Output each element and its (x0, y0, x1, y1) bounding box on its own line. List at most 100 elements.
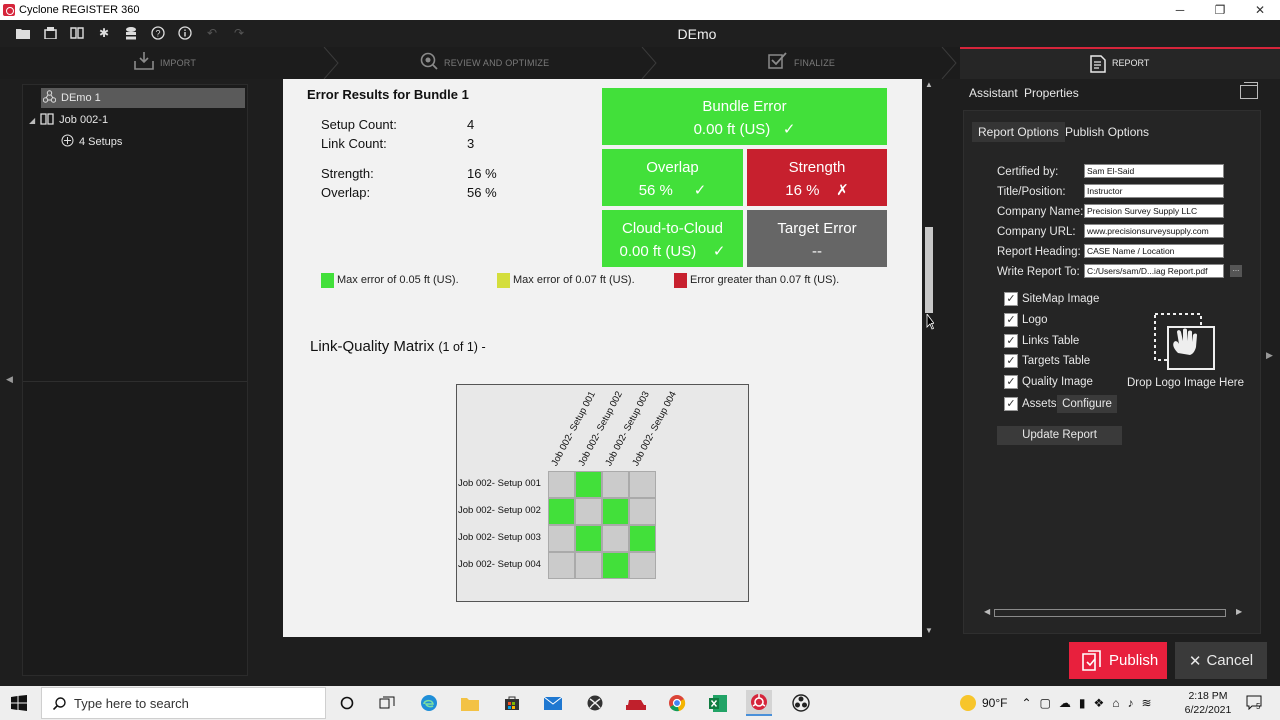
windows-start-icon[interactable] (11, 695, 27, 711)
matrix-cell-empty (629, 552, 656, 579)
excel-icon[interactable] (705, 690, 731, 716)
write-report-path-input[interactable] (1084, 264, 1224, 278)
workflow-step-review[interactable]: REVIEW AND OPTIMIZE (420, 47, 549, 79)
weather-icon[interactable] (960, 695, 976, 711)
store-icon[interactable] (499, 690, 525, 716)
mail-icon[interactable] (540, 690, 566, 716)
workflow-step-report[interactable]: REPORT (960, 47, 1280, 79)
notification-center-icon[interactable]: 5 (1245, 694, 1263, 712)
publish-button[interactable]: Publish (1069, 642, 1167, 679)
battery-icon[interactable]: ▮ (1079, 696, 1086, 710)
scroll-left-icon[interactable]: ◀ (984, 607, 990, 616)
project-tree-panel: DEmo 1 ◢ Job 002-1 4 Setups (22, 84, 248, 676)
edge-icon[interactable] (416, 690, 442, 716)
cyclone-icon[interactable] (746, 690, 772, 716)
document-scrollbar[interactable]: ▲ ▼ (922, 79, 936, 637)
quality-image-checkbox[interactable]: ✓ (1004, 375, 1018, 389)
company-name-input[interactable] (1084, 204, 1224, 218)
workflow-step-import[interactable]: IMPORT (134, 47, 196, 79)
matrix-cell-linked (575, 525, 602, 552)
taskbar-search[interactable]: Type here to search (41, 687, 326, 719)
company-url-input[interactable] (1084, 224, 1224, 238)
xbox-icon[interactable] (582, 690, 608, 716)
browse-button[interactable]: ... (1230, 265, 1242, 277)
collapse-left-panel-icon[interactable]: ◀ (6, 374, 13, 385)
expand-arrow-icon[interactable]: ◢ (29, 116, 35, 125)
stat-value: 3 (467, 136, 475, 151)
bundle-icon (40, 112, 54, 128)
sitemap-image-checkbox[interactable]: ✓ (1004, 292, 1018, 306)
tab-properties[interactable]: Properties (1024, 86, 1079, 100)
configure-assets-button[interactable]: Configure (1057, 395, 1117, 413)
workflow-step-label: REVIEW AND OPTIMIZE (444, 58, 550, 68)
file-explorer-icon[interactable] (457, 690, 483, 716)
certified-by-input[interactable] (1084, 164, 1224, 178)
red-app-icon[interactable] (623, 690, 649, 716)
check-icon: ✓ (712, 243, 726, 260)
right-panel-hscrollbar[interactable]: ◀ ▶ (984, 607, 1244, 619)
workflow-step-finalize[interactable]: FINALIZE (768, 47, 835, 79)
undock-panel-icon[interactable] (1240, 82, 1258, 99)
tree-item-project[interactable]: DEmo 1 (41, 88, 245, 108)
matrix-row-label: Job 002- Setup 001 (458, 478, 541, 489)
matrix-cell-linked (602, 552, 629, 579)
weather-temperature[interactable]: 90°F (982, 696, 1007, 710)
search-icon (53, 696, 66, 710)
cloud-to-cloud-tile: Cloud-to-Cloud 0.00 ft (US) ✓ (602, 210, 743, 267)
cancel-button[interactable]: ✕ Cancel (1175, 642, 1267, 679)
obs-icon[interactable] (788, 690, 814, 716)
close-window-button[interactable]: ✕ (1240, 0, 1280, 20)
update-report-button[interactable]: Update Report (997, 426, 1122, 445)
chrome-icon[interactable] (664, 690, 690, 716)
matrix-cell-linked (629, 525, 656, 552)
stat-value: 56 % (467, 185, 497, 200)
tile-value: -- (812, 243, 822, 260)
drop-logo-icon[interactable] (1154, 313, 1216, 371)
scroll-right-icon[interactable]: ▶ (1236, 607, 1242, 616)
wifi-icon[interactable]: ≋ (1142, 696, 1152, 710)
scroll-down-icon[interactable]: ▼ (922, 626, 936, 635)
workflow-separator (941, 47, 957, 79)
report-heading-input[interactable] (1084, 244, 1224, 258)
tree-item-label: DEmo 1 (61, 92, 101, 104)
collapse-right-panel-icon[interactable]: ▶ (1266, 350, 1273, 361)
scroll-up-icon[interactable]: ▲ (922, 80, 936, 89)
project-title: DEmo (677, 26, 717, 42)
logo-checkbox[interactable]: ✓ (1004, 313, 1018, 327)
minimize-button[interactable]: ─ (1160, 0, 1200, 20)
subtab-report-options[interactable]: Report Options (972, 122, 1065, 142)
workflow-separator (323, 47, 339, 79)
scrollbar-track[interactable] (994, 609, 1226, 617)
taskbar-clock[interactable]: 2:18 PM 6/22/2021 (1180, 689, 1236, 717)
dropbox-icon[interactable]: ❖ (1094, 696, 1105, 710)
matrix-cell-empty (629, 471, 656, 498)
workflow-bar: IMPORT REVIEW AND OPTIMIZE FINALIZE REPO… (0, 47, 1280, 79)
matrix-row-label: Job 002- Setup 003 (458, 532, 541, 543)
tray-expand-icon[interactable]: ⌃ (1021, 696, 1031, 710)
task-view-icon[interactable] (374, 690, 400, 716)
cortana-icon[interactable] (334, 690, 360, 716)
setups-icon (61, 134, 74, 150)
title-position-input[interactable] (1084, 184, 1224, 198)
subtab-publish-options[interactable]: Publish Options (1059, 122, 1155, 142)
tile-value: 0.00 ft (US) (693, 121, 771, 138)
matrix-row-label: Job 002- Setup 004 (458, 559, 541, 570)
tab-assistant[interactable]: Assistant (969, 86, 1018, 100)
matrix-cell-empty (602, 525, 629, 552)
maximize-button[interactable]: ❐ (1200, 0, 1240, 20)
meet-now-icon[interactable]: ▢ (1040, 696, 1051, 710)
onedrive-icon[interactable]: ☁ (1059, 696, 1071, 710)
matrix-cell-empty (548, 471, 575, 498)
network-icon[interactable]: ⌂ (1112, 696, 1119, 710)
volume-icon[interactable]: ♪ (1128, 696, 1134, 710)
legend-swatch-red (674, 273, 687, 288)
assets-checkbox[interactable]: ✓ (1004, 397, 1018, 411)
targets-table-checkbox[interactable]: ✓ (1004, 354, 1018, 368)
bundle-error-tile: Bundle Error 0.00 ft (US) ✓ (602, 88, 887, 145)
tree-item-bundle[interactable]: ◢ Job 002-1 (29, 110, 108, 130)
stat-value: 16 % (467, 166, 497, 181)
links-table-checkbox[interactable]: ✓ (1004, 334, 1018, 348)
tree-item-setups[interactable]: 4 Setups (61, 132, 122, 152)
scrollbar-thumb[interactable] (925, 227, 933, 313)
matrix-row-label: Job 002- Setup 002 (458, 505, 541, 516)
